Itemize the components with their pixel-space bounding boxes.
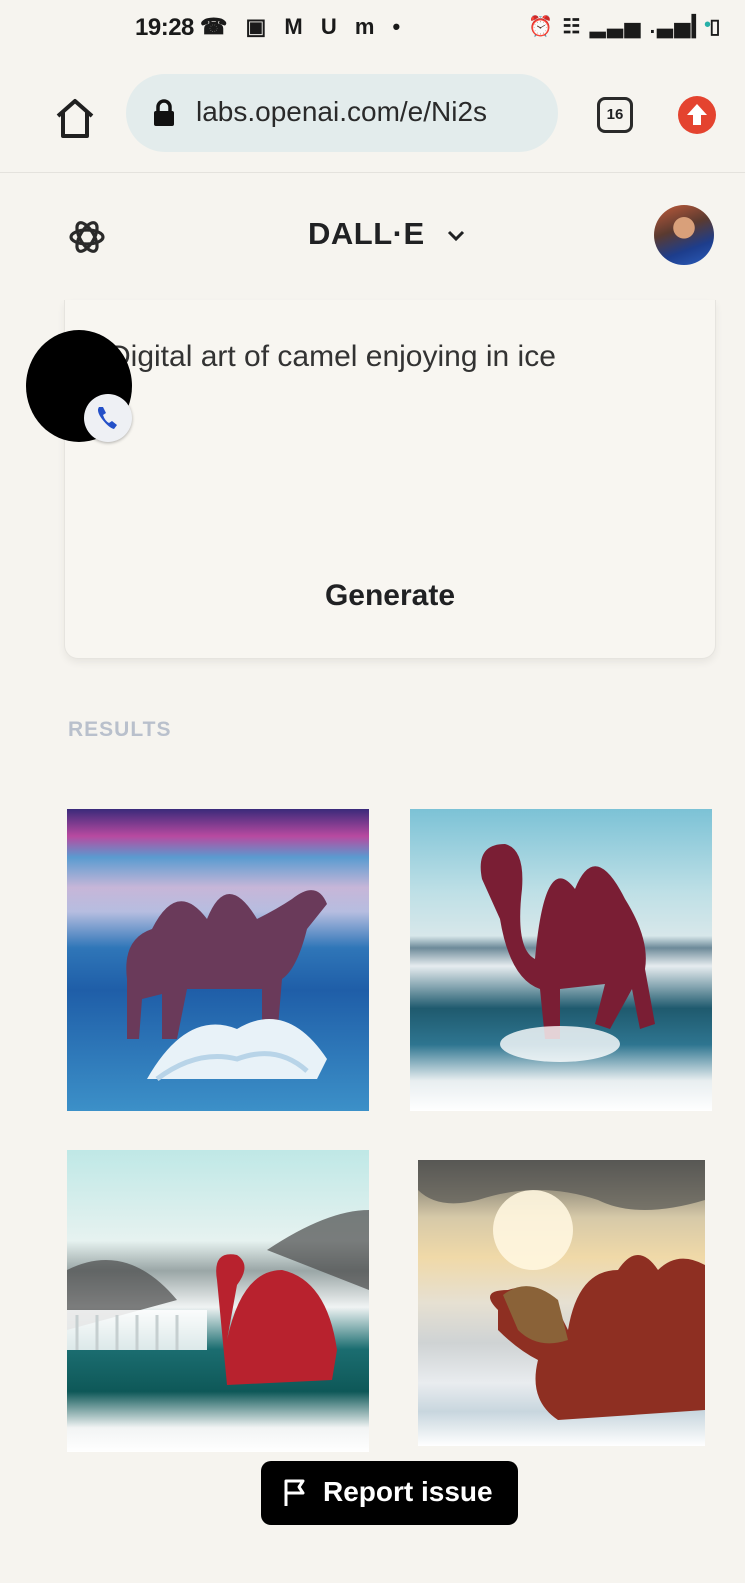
result-image[interactable]	[67, 809, 369, 1111]
extension-button[interactable]	[678, 96, 716, 134]
home-button[interactable]	[50, 94, 100, 144]
result-image[interactable]	[410, 809, 712, 1111]
report-issue-button[interactable]: Report issue	[261, 1461, 518, 1525]
phone-call-icon[interactable]	[84, 394, 132, 442]
result-image[interactable]	[418, 1160, 705, 1446]
tab-switcher-button[interactable]: 16	[597, 97, 633, 133]
openai-logo-icon[interactable]	[64, 214, 110, 260]
generate-button[interactable]: Generate	[65, 556, 715, 636]
system-icons: ⏰ ☷ ▂▃▅ .▃▅▎▯	[528, 16, 723, 38]
chevron-down-icon[interactable]	[445, 224, 467, 246]
lock-icon	[152, 98, 176, 128]
status-time: 19:28	[135, 14, 194, 41]
upload-arrow-icon	[687, 104, 707, 125]
camel-image-1	[126, 890, 328, 1082]
url-bar[interactable]: labs.openai.com/e/Ni2s	[126, 74, 558, 152]
flag-icon	[283, 1479, 309, 1507]
prompt-input[interactable]: Digital art of camel enjoying in ice	[109, 340, 556, 374]
app-header: DALL·E	[0, 172, 745, 300]
camel-image-2	[480, 844, 655, 1062]
results-heading: RESULTS	[68, 718, 172, 741]
browser-toolbar: labs.openai.com/e/Ni2s 16	[0, 64, 745, 173]
url-text: labs.openai.com/e/Ni2s	[196, 96, 488, 127]
report-issue-label: Report issue	[323, 1476, 493, 1507]
notification-icons: ☎ ▣ M U m •	[200, 14, 407, 39]
home-icon	[56, 99, 94, 138]
avatar[interactable]	[654, 205, 714, 265]
camel-image-3	[67, 1210, 369, 1385]
status-bar: 19:28 ☎ ▣ M U m • ⏰ ☷ ▂▃▅ .▃▅▎▯ •	[0, 0, 745, 64]
result-image[interactable]	[67, 1150, 369, 1452]
app-title[interactable]: DALL·E	[308, 216, 425, 252]
prompt-card: Digital art of camel enjoying in ice Gen…	[64, 300, 716, 659]
camel-image-4	[418, 1160, 705, 1420]
status-dot-icon: •	[704, 14, 712, 36]
